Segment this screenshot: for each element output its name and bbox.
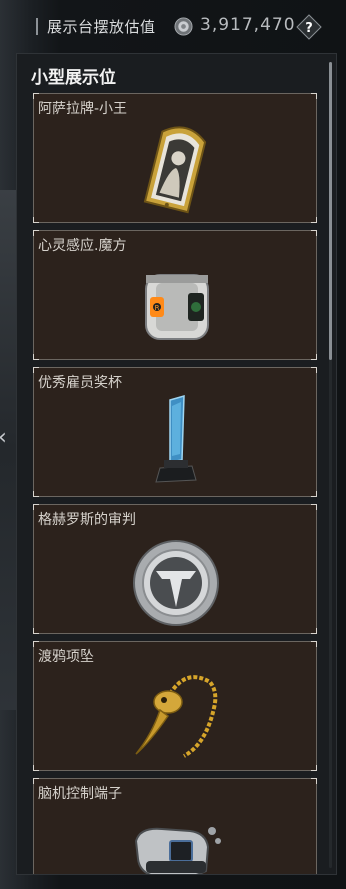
asala-card-icon	[143, 126, 207, 214]
raven-pendant-icon	[135, 675, 218, 758]
employee-trophy-icon	[155, 394, 197, 483]
coin-icon	[174, 17, 193, 36]
display-slot-6[interactable]: 脑机控制端子	[33, 778, 317, 874]
telepathy-cube-icon: R	[145, 274, 209, 340]
item-label: 渡鸦项坠	[38, 649, 94, 665]
brain-interface-icon	[134, 827, 221, 874]
header: 展示台摆放估值 3,917,470 ?	[0, 0, 346, 52]
display-slot-3[interactable]: 优秀雇员奖杯	[33, 367, 317, 497]
item-label: 心灵感应.魔方	[38, 238, 127, 254]
item-label: 格赫罗斯的审判	[38, 512, 136, 528]
section-title: 小型展示位	[31, 68, 116, 88]
display-slot-2[interactable]: 心灵感应.魔方 R	[33, 230, 317, 360]
judgment-medallion-icon	[133, 540, 219, 626]
svg-text:R: R	[155, 304, 160, 312]
item-label: 脑机控制端子	[38, 786, 122, 802]
display-slot-5[interactable]: 渡鸦项坠	[33, 641, 317, 771]
help-icon[interactable]: ?	[296, 14, 322, 40]
item-label: 优秀雇员奖杯	[38, 375, 122, 391]
header-accent-bar	[36, 18, 38, 35]
display-slot-1[interactable]: 阿萨拉牌-小王	[33, 93, 317, 223]
svg-text:?: ?	[305, 21, 313, 36]
item-label: 阿萨拉牌-小王	[38, 101, 128, 117]
display-slot-4[interactable]: 格赫罗斯的审判	[33, 504, 317, 634]
scrollbar-thumb[interactable]	[329, 62, 332, 360]
display-panel: 小型展示位 阿萨拉牌-小王 心灵感应.魔方 R 优秀雇员奖杯 格赫罗斯的审判 渡…	[16, 53, 337, 875]
back-arrow-icon: ‹	[0, 425, 7, 450]
header-title: 展示台摆放估值	[47, 18, 156, 36]
valuation-value: 3,917,470	[200, 15, 296, 35]
